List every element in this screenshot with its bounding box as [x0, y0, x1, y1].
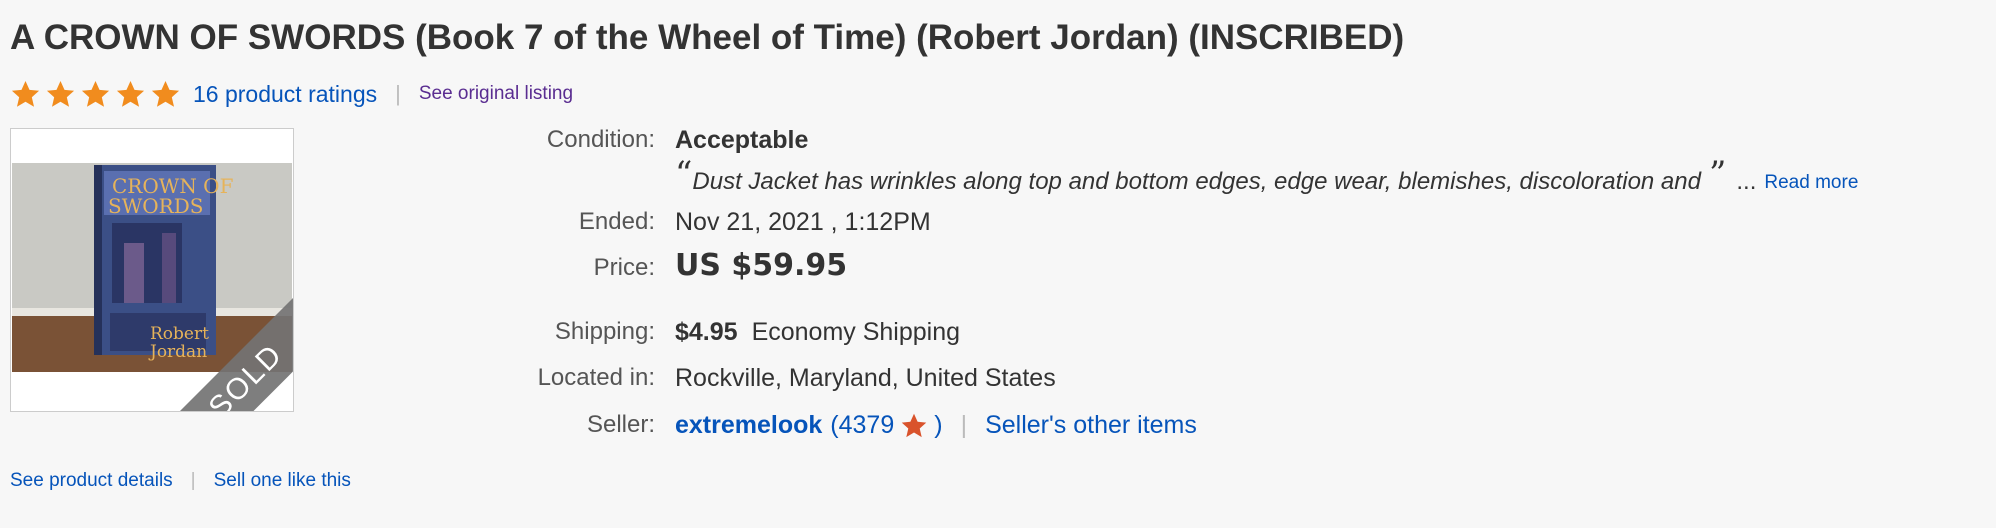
shipping-info: $4.95 Economy Shipping: [675, 318, 960, 347]
seller-info: extremelook (4379 ) | Seller's other ite…: [675, 411, 1197, 440]
see-product-details-link[interactable]: See product details: [10, 470, 173, 492]
page-title: A CROWN OF SWORDS (Book 7 of the Wheel o…: [10, 18, 1405, 57]
see-original-listing-link[interactable]: See original listing: [419, 83, 573, 105]
sell-one-like-this-link[interactable]: Sell one like this: [214, 470, 351, 492]
shipping-cost: $4.95: [675, 318, 738, 346]
condition-value: Acceptable: [675, 126, 809, 154]
product-image[interactable]: CROWN OF SWORDS Robert Jordan SOLD: [10, 128, 294, 412]
separator: |: [395, 81, 401, 106]
separator: |: [960, 411, 968, 439]
location-label: Located in:: [537, 364, 655, 391]
star-icon: [150, 79, 181, 110]
seller-other-items-link[interactable]: Seller's other items: [985, 411, 1197, 440]
product-ratings-link[interactable]: 16 product ratings: [193, 81, 377, 108]
seller-feedback-score[interactable]: (4379: [830, 411, 894, 440]
open-quote: “: [675, 154, 693, 194]
shipping-label: Shipping:: [554, 318, 655, 345]
price-value: US $59.95: [675, 248, 848, 283]
star-icon: [80, 79, 111, 110]
seller-label: Seller:: [586, 411, 655, 438]
star-icon: [45, 79, 76, 110]
condition-description-row: “ Dust Jacket has wrinkles along top and…: [675, 154, 1858, 204]
svg-text:Jordan: Jordan: [148, 342, 207, 362]
separator: |: [190, 470, 196, 491]
price-label: Price:: [593, 254, 655, 281]
condition-description: Dust Jacket has wrinkles along top and b…: [692, 168, 1701, 195]
seller-feedback-close: ): [934, 411, 943, 439]
ended-label: Ended:: [578, 208, 655, 235]
seller-name-link[interactable]: extremelook: [675, 411, 822, 440]
ended-value: Nov 21, 2021 , 1:12PM: [675, 208, 931, 236]
svg-text:Robert: Robert: [150, 324, 209, 344]
shipping-method: Economy Shipping: [751, 318, 961, 346]
bottom-links: See product details | Sell one like this: [10, 470, 351, 492]
svg-text:SWORDS: SWORDS: [108, 194, 203, 218]
seller-star-icon: [894, 412, 934, 440]
close-quote: ”: [1708, 154, 1727, 194]
star-icon: [10, 79, 41, 110]
star-icon: [115, 79, 146, 110]
star-rating[interactable]: [10, 79, 181, 110]
condition-label: Condition:: [546, 126, 655, 153]
location-value: Rockville, Maryland, United States: [675, 364, 1056, 392]
ellipsis: ...: [1736, 168, 1757, 195]
read-more-link[interactable]: Read more: [1764, 162, 1858, 204]
rating-row: 16 product ratings | See original listin…: [10, 74, 573, 114]
